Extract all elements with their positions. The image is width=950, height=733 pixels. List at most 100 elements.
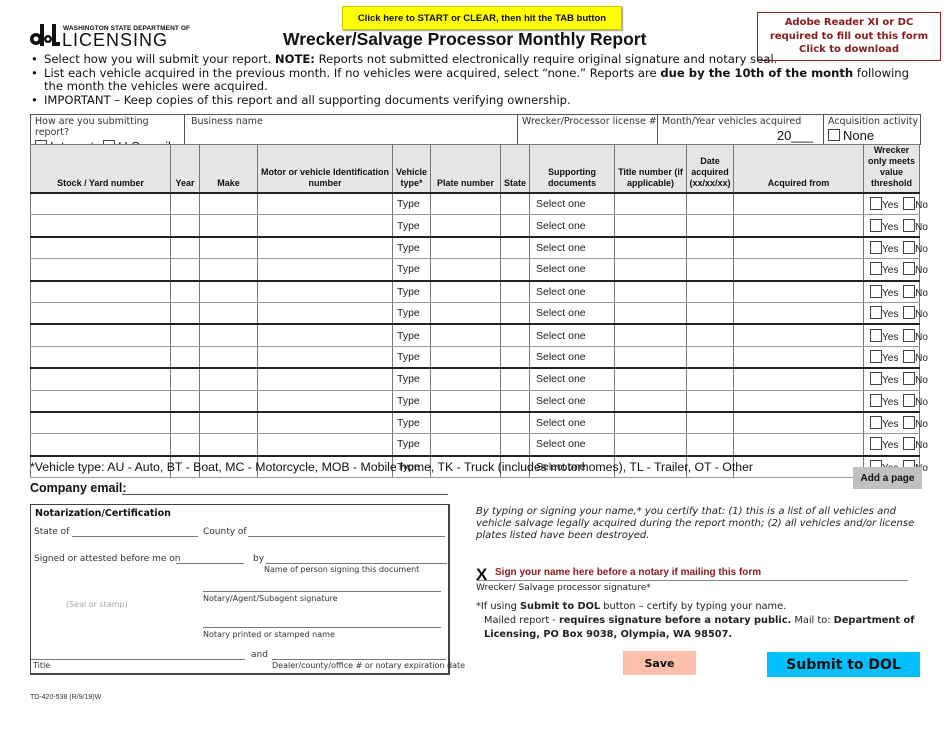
year-input[interactable] <box>170 214 200 238</box>
title-input[interactable] <box>31 659 245 660</box>
plate-number-input[interactable] <box>430 390 501 413</box>
supporting-docs-select[interactable]: Select one <box>529 368 615 391</box>
none-checkbox[interactable] <box>828 129 840 141</box>
year-input[interactable] <box>170 280 200 303</box>
acquired-from-input[interactable] <box>733 193 864 216</box>
vin-input[interactable] <box>257 302 393 326</box>
notary-name-input[interactable] <box>203 627 441 628</box>
make-input[interactable] <box>199 346 258 370</box>
vin-input[interactable] <box>257 324 393 347</box>
yes-checkbox[interactable] <box>870 437 882 451</box>
vehicle-type-select[interactable]: Type <box>392 280 431 303</box>
vehicle-type-select[interactable]: Type <box>392 368 431 391</box>
stock-number-input[interactable] <box>30 193 171 216</box>
vin-input[interactable] <box>257 236 393 260</box>
year-input[interactable] <box>170 302 200 326</box>
supporting-docs-select[interactable]: Select one <box>529 411 615 435</box>
dealer-number-input[interactable] <box>272 659 446 660</box>
stock-number-input[interactable] <box>30 258 171 282</box>
plate-number-input[interactable] <box>430 214 501 238</box>
plate-number-input[interactable] <box>430 302 501 326</box>
stock-number-input[interactable] <box>30 214 171 238</box>
no-checkbox[interactable] <box>903 372 916 386</box>
supporting-docs-select[interactable]: Select one <box>529 346 615 370</box>
vin-input[interactable] <box>257 193 393 216</box>
year-input[interactable] <box>170 368 200 391</box>
make-input[interactable] <box>199 390 258 413</box>
acquired-from-input[interactable] <box>733 214 864 238</box>
plate-number-input[interactable] <box>430 193 501 216</box>
title-number-input[interactable] <box>614 324 687 347</box>
date-acquired-input[interactable] <box>686 368 734 391</box>
year-input[interactable] <box>170 258 200 282</box>
supporting-docs-select[interactable]: Select one <box>529 193 615 216</box>
date-acquired-input[interactable] <box>686 433 734 457</box>
save-button[interactable]: Save <box>623 651 696 675</box>
plate-number-input[interactable] <box>430 236 501 260</box>
stock-number-input[interactable] <box>30 324 171 347</box>
stock-number-input[interactable] <box>30 411 171 435</box>
stock-number-input[interactable] <box>30 368 171 391</box>
yes-checkbox[interactable] <box>870 349 882 363</box>
stock-number-input[interactable] <box>30 302 171 326</box>
year-input[interactable] <box>170 390 200 413</box>
business-name-field[interactable]: Business name <box>185 115 518 145</box>
signer-name-input[interactable] <box>266 563 447 564</box>
date-acquired-input[interactable] <box>686 411 734 435</box>
title-number-input[interactable] <box>614 411 687 435</box>
make-input[interactable] <box>199 214 258 238</box>
plate-number-input[interactable] <box>430 280 501 303</box>
state-input[interactable] <box>500 346 530 370</box>
date-acquired-input[interactable] <box>686 214 734 238</box>
title-number-input[interactable] <box>614 390 687 413</box>
yes-checkbox[interactable] <box>870 306 882 320</box>
plate-number-input[interactable] <box>430 433 501 457</box>
submit-to-dol-button[interactable]: Submit to DOL <box>767 652 920 677</box>
make-input[interactable] <box>199 324 258 347</box>
date-acquired-input[interactable] <box>686 346 734 370</box>
state-input[interactable] <box>500 280 530 303</box>
supporting-docs-select[interactable]: Select one <box>529 433 615 457</box>
vin-input[interactable] <box>257 214 393 238</box>
state-input[interactable] <box>500 193 530 216</box>
vehicle-type-select[interactable]: Type <box>392 214 431 238</box>
start-clear-button[interactable]: Click here to START or CLEAR, then hit t… <box>342 6 622 30</box>
make-input[interactable] <box>199 258 258 282</box>
date-acquired-input[interactable] <box>686 236 734 260</box>
no-checkbox[interactable] <box>903 284 916 298</box>
state-input[interactable] <box>500 214 530 238</box>
no-checkbox[interactable] <box>903 240 916 254</box>
make-input[interactable] <box>199 302 258 326</box>
plate-number-input[interactable] <box>430 346 501 370</box>
stock-number-input[interactable] <box>30 346 171 370</box>
acquired-from-input[interactable] <box>733 346 864 370</box>
yes-checkbox[interactable] <box>870 284 882 298</box>
vehicle-type-select[interactable]: Type <box>392 390 431 413</box>
supporting-docs-select[interactable]: Select one <box>529 214 615 238</box>
state-input[interactable] <box>500 390 530 413</box>
year-input[interactable] <box>170 193 200 216</box>
no-checkbox[interactable] <box>903 393 916 407</box>
no-checkbox[interactable] <box>903 349 916 363</box>
no-checkbox[interactable] <box>903 218 916 232</box>
acquired-from-input[interactable] <box>733 236 864 260</box>
month-year-field[interactable]: Month/Year vehicles acquired 20___ <box>658 115 824 145</box>
license-number-field[interactable]: Wrecker/Processor license # <box>518 115 658 145</box>
vin-input[interactable] <box>257 346 393 370</box>
vehicle-type-select[interactable]: Type <box>392 411 431 435</box>
title-number-input[interactable] <box>614 193 687 216</box>
title-number-input[interactable] <box>614 346 687 370</box>
supporting-docs-select[interactable]: Select one <box>529 324 615 347</box>
title-number-input[interactable] <box>614 280 687 303</box>
title-number-input[interactable] <box>614 236 687 260</box>
supporting-docs-select[interactable]: Select one <box>529 236 615 260</box>
supporting-docs-select[interactable]: Select one <box>529 280 615 303</box>
state-input[interactable] <box>500 411 530 435</box>
signature-input[interactable] <box>476 580 908 581</box>
vin-input[interactable] <box>257 433 393 457</box>
make-input[interactable] <box>199 433 258 457</box>
no-checkbox[interactable] <box>903 197 916 211</box>
yes-checkbox[interactable] <box>870 240 882 254</box>
vehicle-type-select[interactable]: Type <box>392 193 431 216</box>
stock-number-input[interactable] <box>30 236 171 260</box>
